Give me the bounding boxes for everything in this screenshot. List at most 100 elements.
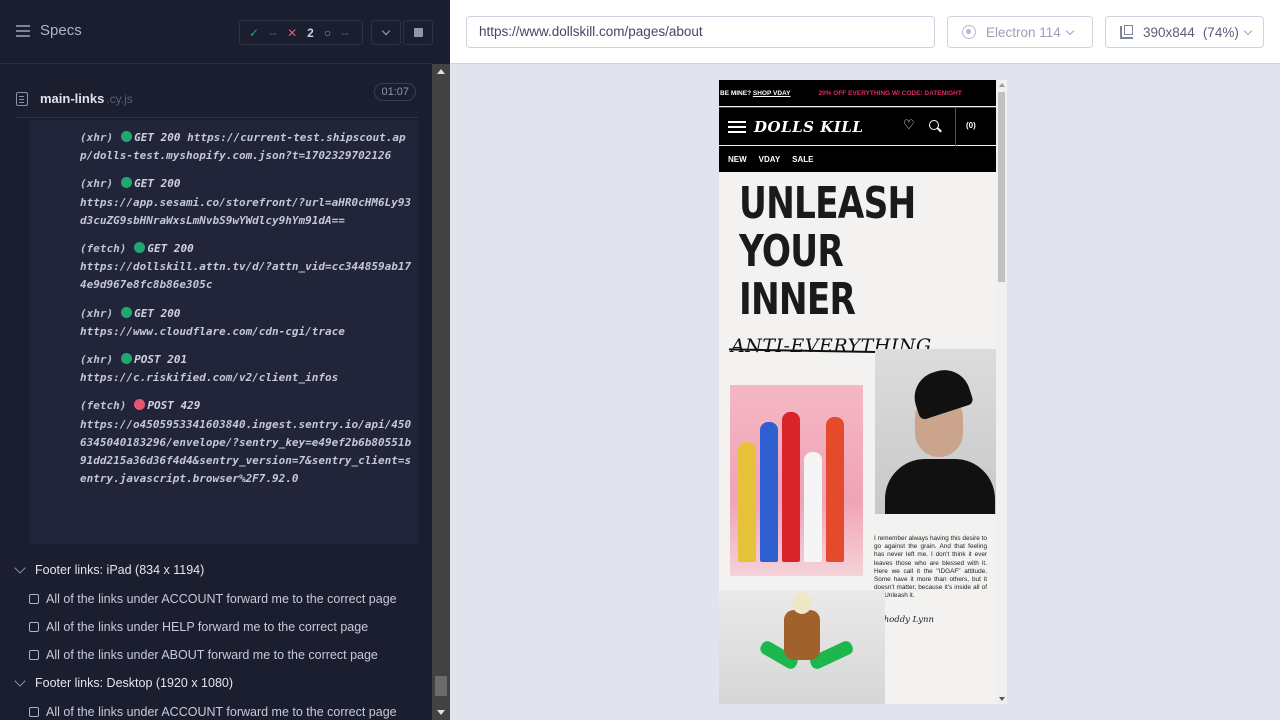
- nav-new[interactable]: NEW: [728, 155, 747, 164]
- test-item[interactable]: All of the links under HELP forward me t…: [29, 620, 368, 634]
- scroll-thumb[interactable]: [435, 676, 447, 696]
- test-item[interactable]: All of the links under ACCOUNT forward m…: [29, 592, 397, 606]
- search-icon[interactable]: [929, 120, 939, 130]
- log-method: GET 200: [134, 131, 181, 144]
- x-icon: ✕: [287, 25, 298, 40]
- url-field[interactable]: https://www.dollskill.com/pages/about: [466, 16, 935, 48]
- group-photo: [730, 385, 863, 576]
- hero-heading: UNLEASH YOUR INNER: [739, 178, 916, 324]
- test-item[interactable]: All of the links under ABOUT forward me …: [29, 648, 378, 662]
- pending-test-icon: [29, 622, 39, 632]
- test-label: All of the links under ACCOUNT forward m…: [46, 592, 397, 606]
- scroll-down-icon[interactable]: [999, 697, 1005, 701]
- specs-toggle[interactable]: Specs: [16, 22, 82, 39]
- promo-code-text: 20% OFF EVERYTHING W/ CODE: DATENIGHT: [818, 89, 962, 97]
- log-url: https://www.cloudflare.com/cdn-cgi/trace: [80, 324, 345, 338]
- hero-line: UNLEASH: [739, 178, 916, 229]
- browser-label: Electron 114: [986, 24, 1061, 40]
- log-type: (xhr): [80, 353, 114, 367]
- spec-file-header[interactable]: main-links .cy.js 01:07: [16, 80, 418, 118]
- pending-icon: ○: [323, 25, 332, 40]
- aut-panel: https://www.dollskill.com/pages/about El…: [450, 0, 1280, 720]
- pending-test-icon: [29, 707, 39, 717]
- nav-sale[interactable]: SALE: [792, 155, 813, 164]
- log-type: (fetch): [80, 399, 127, 413]
- command-log: (xhr) GET 200 https://current-test.shipsc…: [30, 120, 418, 544]
- scroll-up-icon[interactable]: [437, 69, 445, 74]
- log-method: GET 200: [134, 177, 181, 191]
- scroll-thumb[interactable]: [998, 92, 1005, 282]
- app-under-test-frame: BE MINE? SHOP VDAY 20% OFF EVERYTHING W/…: [719, 80, 1007, 704]
- log-entry[interactable]: (xhr) GET 200 https://www.cloudflare.com/…: [80, 305, 416, 341]
- nav-vday[interactable]: VDAY: [759, 155, 781, 164]
- log-entry[interactable]: (xhr) GET 200 https://current-test.shipsc…: [80, 129, 416, 165]
- expand-collapse-button[interactable]: [371, 20, 401, 45]
- log-entry[interactable]: (xhr) GET 200 https://app.sesami.co/store…: [80, 175, 416, 230]
- check-icon: ✓: [249, 25, 260, 40]
- chevron-down-icon: [14, 562, 26, 574]
- log-type: (xhr): [80, 177, 114, 191]
- test-label: All of the links under HELP forward me t…: [46, 620, 369, 634]
- heart-icon[interactable]: ♡: [903, 118, 915, 133]
- status-dot-icon: [134, 399, 146, 411]
- stop-button[interactable]: [403, 20, 433, 45]
- promo-text: BE MINE?: [720, 89, 752, 97]
- browser-selector[interactable]: Electron 114: [947, 16, 1093, 48]
- suite-label: Footer links: Desktop (1920 x 1080): [35, 676, 234, 690]
- status-dot-icon: [121, 306, 133, 318]
- test-item[interactable]: All of the links under ACCOUNT forward m…: [29, 705, 397, 719]
- suite-label: Footer links: iPad (834 x 1194): [35, 563, 205, 577]
- site-header: DOLLS KILL ♡ (0): [719, 107, 996, 146]
- cart-count[interactable]: (0): [966, 121, 976, 130]
- specs-label: Specs: [40, 22, 82, 39]
- log-type: (fetch): [80, 242, 127, 256]
- pending-test-icon: [29, 650, 39, 660]
- pending-test-icon: [29, 594, 39, 604]
- menu-icon: [16, 24, 30, 37]
- aut-toolbar: https://www.dollskill.com/pages/about El…: [450, 0, 1280, 64]
- shop-vday-link[interactable]: SHOP VDAY: [753, 90, 791, 97]
- spec-ext: .cy.js: [106, 91, 133, 106]
- hero-line: YOUR: [739, 226, 844, 277]
- reporter-header: Specs ✓ -- ✕ 2 ○ --: [0, 0, 433, 64]
- command-log-panel: Specs ✓ -- ✕ 2 ○ -- main-links .cy.js 01…: [0, 0, 450, 720]
- stop-icon: [413, 28, 423, 37]
- spec-name: main-links: [40, 91, 105, 106]
- log-method: POST 429: [147, 399, 201, 413]
- status-dot-icon: [121, 177, 133, 189]
- reporter-scrollbar[interactable]: [432, 64, 450, 720]
- suite-desktop[interactable]: Footer links: Desktop (1920 x 1080): [14, 675, 234, 690]
- chevron-down-icon: [1243, 26, 1253, 35]
- site-logo[interactable]: DOLLS KILL: [754, 118, 863, 136]
- scroll-up-icon[interactable]: [999, 83, 1005, 87]
- cypress-runner: Specs ✓ -- ✕ 2 ○ -- main-links .cy.js 01…: [0, 0, 1280, 720]
- scroll-down-icon[interactable]: [437, 710, 445, 715]
- pending-count: --: [341, 25, 350, 40]
- chevron-down-icon: [14, 675, 26, 687]
- suite-ipad[interactable]: Footer links: iPad (834 x 1194): [14, 562, 205, 577]
- log-url: https://dollskill.attn.tv/d/?attn_vid=cc…: [80, 260, 412, 292]
- beanie-model-photo: [875, 349, 996, 514]
- aut-scrollbar[interactable]: [996, 80, 1007, 704]
- chevron-down-icon: [381, 26, 391, 36]
- founder-quote: I remember always having this desire to …: [874, 535, 987, 600]
- log-entry[interactable]: (xhr) POST 201 https://c.riskified.com/v2…: [80, 351, 416, 387]
- electron-icon: [962, 25, 976, 39]
- viewport-info[interactable]: 390x844 (74%): [1105, 16, 1264, 48]
- model-photo: [719, 590, 885, 704]
- document-icon: [16, 91, 28, 106]
- viewport-size: 390x844: [1143, 24, 1195, 40]
- divider: [955, 108, 956, 146]
- log-entry[interactable]: (fetch) GET 200 https://dollskill.attn.tv…: [80, 240, 416, 295]
- test-stats: ✓ -- ✕ 2 ○ --: [239, 20, 363, 45]
- log-type: (xhr): [80, 131, 114, 144]
- log-method: POST 201: [134, 353, 188, 367]
- log-type: (xhr): [80, 306, 114, 320]
- viewport-icon: [1120, 24, 1133, 39]
- log-url: https://app.sesami.co/storefront/?url=aH…: [80, 195, 412, 227]
- status-dot-icon: [121, 353, 133, 365]
- failed-count: 2: [307, 25, 314, 40]
- log-entry[interactable]: (fetch) POST 429 https://o450595334160384…: [80, 397, 416, 488]
- menu-icon[interactable]: [728, 121, 746, 123]
- chevron-down-icon: [1065, 26, 1075, 35]
